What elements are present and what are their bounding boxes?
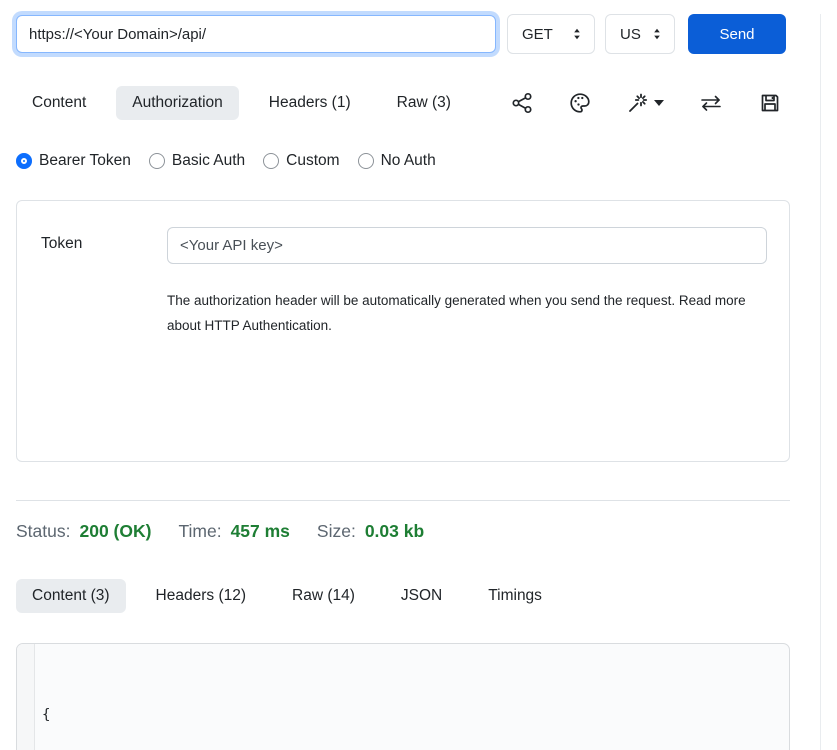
response-json: { "message": "API running." } <box>35 644 789 750</box>
code-gutter <box>17 644 35 750</box>
response-tab-raw[interactable]: Raw (14) <box>276 579 371 613</box>
radio-label: Bearer Token <box>39 152 131 170</box>
radio-bearer-token[interactable]: Bearer Token <box>16 152 131 170</box>
auth-type-options: Bearer Token Basic Auth Custom No Auth <box>16 150 790 172</box>
status-label: Status: <box>16 521 70 542</box>
tab-content[interactable]: Content <box>16 86 102 120</box>
token-main: The authorization header will be automat… <box>167 227 767 461</box>
section-divider <box>16 500 790 501</box>
radio-unselected-icon <box>263 153 279 169</box>
tab-authorization[interactable]: Authorization <box>116 86 238 120</box>
swap-arrows-icon[interactable] <box>698 91 724 115</box>
token-input[interactable] <box>167 227 767 264</box>
tab-raw[interactable]: Raw (3) <box>381 86 467 120</box>
token-help-text: The authorization header will be automat… <box>167 288 757 338</box>
method-select-value: GET <box>522 26 553 43</box>
response-body-card: { "message": "API running." } <box>16 643 790 750</box>
status-code-value: 200 (OK) <box>79 521 151 542</box>
radio-custom[interactable]: Custom <box>263 152 339 170</box>
request-tabs: Content Authorization Headers (1) Raw (3… <box>16 84 790 122</box>
token-help-line2: about HTTP Authentication. <box>167 318 332 333</box>
tab-headers[interactable]: Headers (1) <box>253 86 367 120</box>
radio-label: No Auth <box>381 152 436 170</box>
save-icon[interactable] <box>758 91 782 115</box>
json-line-open: { <box>42 703 779 728</box>
bearer-token-panel: Token The authorization header will be a… <box>16 200 790 462</box>
time-label: Time: <box>178 521 221 542</box>
size-label: Size: <box>317 521 356 542</box>
radio-label: Basic Auth <box>172 152 245 170</box>
radio-basic-auth[interactable]: Basic Auth <box>149 152 245 170</box>
radio-unselected-icon <box>149 153 165 169</box>
response-tab-timings[interactable]: Timings <box>472 579 558 613</box>
response-tab-json[interactable]: JSON <box>385 579 458 613</box>
radio-unselected-icon <box>358 153 374 169</box>
request-toolbar <box>510 91 790 115</box>
response-tab-headers[interactable]: Headers (12) <box>140 579 262 613</box>
magic-wand-icon[interactable] <box>626 91 664 115</box>
response-tab-content[interactable]: Content (3) <box>16 579 126 613</box>
size-value: 0.03 kb <box>365 521 424 542</box>
url-input[interactable] <box>16 15 496 53</box>
radio-label: Custom <box>286 152 339 170</box>
request-bar: GET US Send <box>16 14 790 54</box>
radio-no-auth[interactable]: No Auth <box>358 152 436 170</box>
token-label: Token <box>41 227 167 461</box>
select-arrows-icon <box>650 27 664 41</box>
share-icon[interactable] <box>510 91 534 115</box>
method-select[interactable]: GET <box>507 14 595 54</box>
page-right-divider <box>820 14 821 750</box>
api-client-panel: GET US Send Content Authorization Header… <box>16 14 790 750</box>
radio-selected-icon <box>16 153 32 169</box>
region-select[interactable]: US <box>605 14 675 54</box>
chevron-down-icon <box>654 100 664 106</box>
response-tabs: Content (3) Headers (12) Raw (14) JSON T… <box>16 575 790 617</box>
response-status-bar: Status: 200 (OK) Time: 457 ms Size: 0.03… <box>16 521 790 542</box>
region-select-value: US <box>620 26 641 43</box>
token-help-line1: The authorization header will be automat… <box>167 293 746 308</box>
select-arrows-icon <box>570 27 584 41</box>
time-value: 457 ms <box>231 521 290 542</box>
palette-icon[interactable] <box>568 91 592 115</box>
send-button[interactable]: Send <box>688 14 786 54</box>
